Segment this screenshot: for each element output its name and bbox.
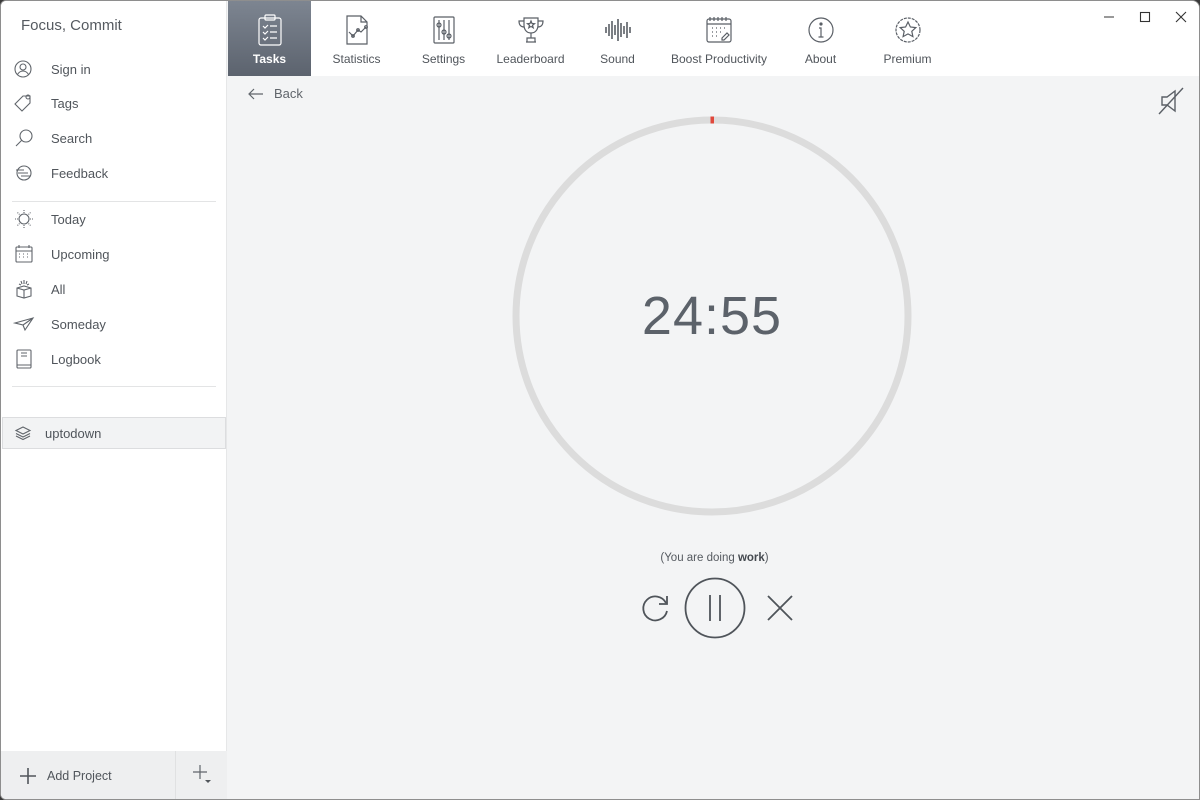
mute-toggle-button[interactable] xyxy=(1157,86,1185,121)
calendar-icon xyxy=(13,242,43,266)
sidebar-footer: Add Project xyxy=(1,751,227,799)
paper-plane-icon xyxy=(13,312,43,336)
sidebar-item-label: All xyxy=(51,281,66,297)
add-project-button[interactable]: Add Project xyxy=(1,751,176,799)
tab-label: About xyxy=(804,52,837,66)
sidebar-item-feedback[interactable]: Feedback xyxy=(13,158,217,188)
project-label: uptodown xyxy=(45,425,102,441)
timer-display: 24:55 xyxy=(641,286,783,346)
app-title: Focus, Commit xyxy=(21,17,122,34)
sidebar-item-label: Today xyxy=(51,211,86,227)
stop-button[interactable] xyxy=(760,588,800,628)
tab-settings[interactable]: Settings xyxy=(402,1,485,76)
minimize-button[interactable] xyxy=(1091,1,1127,33)
pause-button[interactable] xyxy=(684,577,746,639)
sidebar-item-label: Someday xyxy=(51,316,106,332)
calendar-edit-icon xyxy=(705,14,733,46)
timer-status-text: (You are doing work) xyxy=(228,552,1199,564)
sidebar-divider xyxy=(12,201,216,202)
clipboard-checklist-icon xyxy=(257,14,283,46)
tab-label: Boost Productivity xyxy=(670,52,768,66)
star-badge-icon xyxy=(894,14,922,46)
sidebar-item-logbook[interactable]: Logbook xyxy=(13,344,217,374)
sun-icon xyxy=(13,207,43,231)
sidebar-item-all[interactable]: All xyxy=(13,274,217,304)
sidebar-item-label: Upcoming xyxy=(51,246,110,262)
soundwave-icon xyxy=(604,14,632,46)
sidebar-item-label: Sign in xyxy=(51,61,91,77)
add-options-button[interactable] xyxy=(176,751,227,799)
tag-icon xyxy=(13,91,43,115)
restart-icon xyxy=(642,595,668,622)
sidebar-item-label: Search xyxy=(51,130,93,146)
restart-button[interactable] xyxy=(636,588,676,628)
sidebar-item-label: Tags xyxy=(51,95,79,111)
sidebar: Focus, Commit Sign in Tags Search Feedba… xyxy=(1,1,227,799)
status-prefix: (You are doing xyxy=(660,552,738,564)
arrow-left-icon xyxy=(248,88,263,99)
trophy-icon xyxy=(517,14,545,46)
tab-label: Statistics xyxy=(332,52,381,66)
add-project-label: Add Project xyxy=(47,769,112,783)
close-window-button[interactable] xyxy=(1163,1,1199,33)
layers-icon xyxy=(14,425,32,441)
close-icon xyxy=(1175,11,1187,23)
tab-tasks[interactable]: Tasks xyxy=(228,1,311,76)
back-button[interactable]: Back xyxy=(248,86,303,101)
sidebar-item-label: Feedback xyxy=(51,165,109,181)
tab-boost-productivity[interactable]: Boost Productivity xyxy=(659,1,779,76)
back-label: Back xyxy=(274,86,303,101)
sidebar-item-search[interactable]: Search xyxy=(13,123,217,153)
chart-document-icon xyxy=(343,14,371,46)
minimize-icon xyxy=(1104,16,1114,18)
box-icon xyxy=(13,277,43,301)
window-controls xyxy=(1091,1,1199,33)
close-icon xyxy=(767,595,793,621)
sidebar-item-upcoming[interactable]: Upcoming xyxy=(13,239,217,269)
sidebar-item-today[interactable]: Today xyxy=(13,204,217,234)
tab-label: Leaderboard xyxy=(496,52,565,66)
maximize-icon xyxy=(1139,11,1151,23)
app-window: Focus, Commit Sign in Tags Search Feedba… xyxy=(0,0,1200,800)
maximize-button[interactable] xyxy=(1127,1,1163,33)
speaker-muted-icon xyxy=(1158,87,1184,115)
tab-about[interactable]: About xyxy=(779,1,862,76)
sidebar-item-sign-in[interactable]: Sign in xyxy=(13,54,217,84)
top-toolbar: Tasks Statistics Settings Leaderboard So… xyxy=(228,1,1199,76)
tab-label: Tasks xyxy=(252,52,287,66)
feedback-icon xyxy=(13,161,43,185)
status-suffix: ) xyxy=(764,552,769,564)
book-icon xyxy=(13,347,43,371)
sidebar-item-tags[interactable]: Tags xyxy=(13,88,217,118)
sidebar-divider xyxy=(12,386,216,387)
tab-label: Sound xyxy=(600,52,635,66)
tab-statistics[interactable]: Statistics xyxy=(311,1,402,76)
pause-icon xyxy=(684,577,746,639)
info-icon xyxy=(807,14,835,46)
tab-label: Settings xyxy=(421,52,466,66)
tab-label: Premium xyxy=(883,52,932,66)
timer-view: Back 24:55 (You are doing work) xyxy=(228,76,1199,799)
user-circle-icon xyxy=(13,57,43,81)
timer-ring: 24:55 xyxy=(511,115,913,517)
sliders-icon xyxy=(432,14,455,46)
search-icon xyxy=(13,126,43,150)
plus-icon xyxy=(19,767,37,785)
tab-leaderboard[interactable]: Leaderboard xyxy=(485,1,576,76)
timer-controls xyxy=(636,577,800,639)
status-mode: work xyxy=(737,552,765,564)
plus-dropdown-icon xyxy=(191,763,213,790)
tab-premium[interactable]: Premium xyxy=(862,1,953,76)
tab-sound[interactable]: Sound xyxy=(576,1,659,76)
project-item-uptodown[interactable]: uptodown xyxy=(2,417,226,449)
sidebar-item-label: Logbook xyxy=(51,351,101,367)
sidebar-item-someday[interactable]: Someday xyxy=(13,309,217,339)
